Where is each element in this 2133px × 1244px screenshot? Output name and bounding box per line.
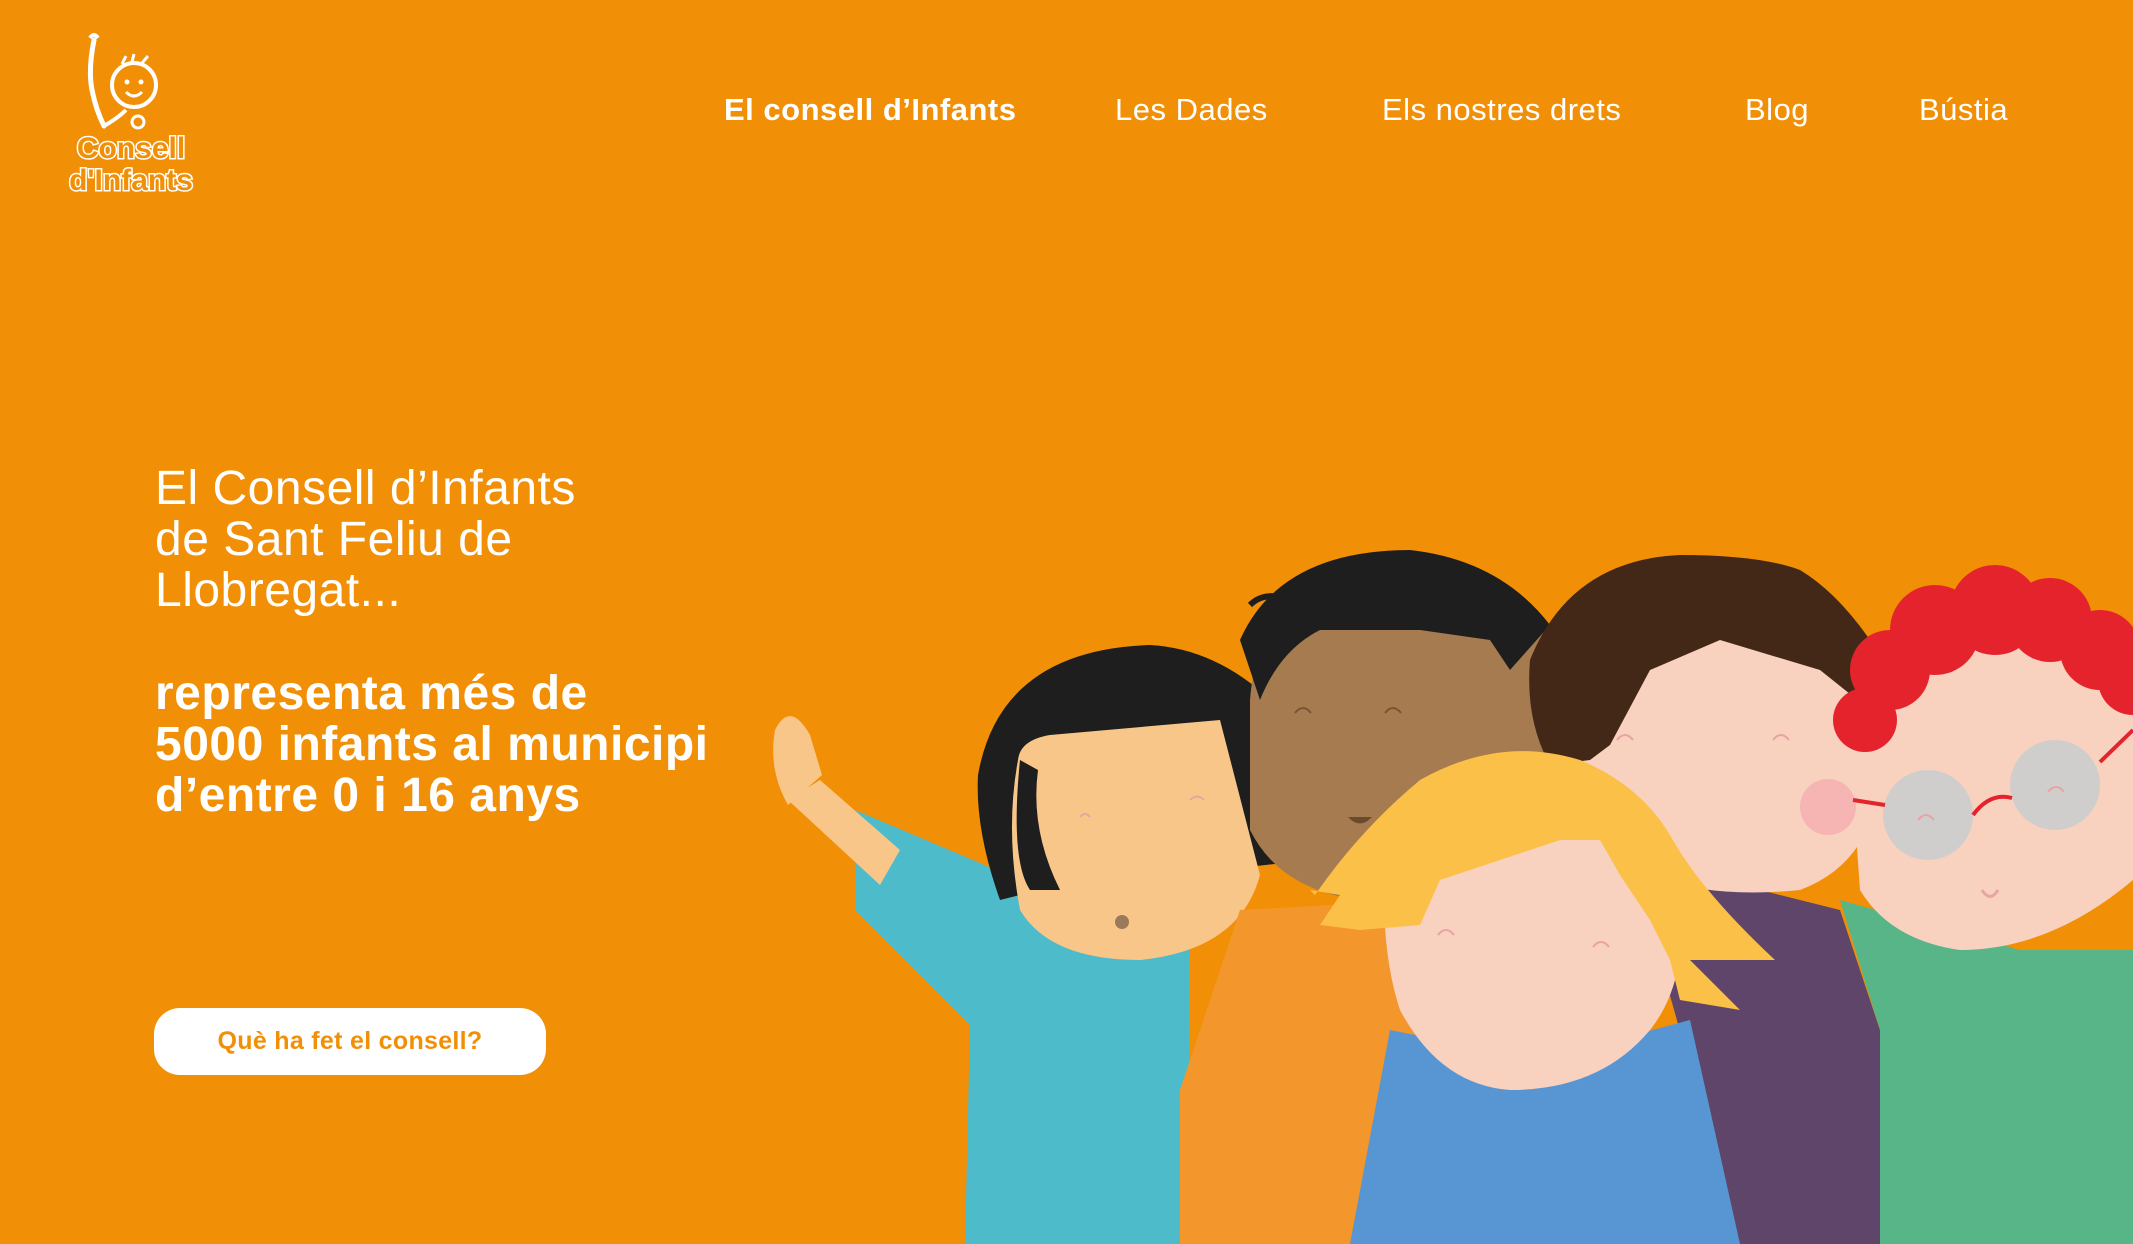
what-has-council-done-button[interactable]: Què ha fet el consell? bbox=[154, 1008, 546, 1075]
children-group-illustration bbox=[773, 550, 2133, 1244]
main-navigation: El consell d’Infants Les Dades Els nostr… bbox=[0, 92, 2133, 132]
hero-title-line: El Consell d’Infants bbox=[155, 462, 576, 515]
nav-item-drets[interactable]: Els nostres drets bbox=[1382, 92, 1621, 128]
hero-title-line: Llobregat... bbox=[155, 564, 402, 617]
hero-subtitle-line: 5000 infants al municipi bbox=[155, 718, 709, 771]
nav-item-el-consell[interactable]: El consell d’Infants bbox=[724, 92, 1017, 128]
hero-subtitle-line: representa més de bbox=[155, 667, 588, 720]
hero-subtitle-line: d’entre 0 i 16 anys bbox=[155, 769, 581, 822]
logo-text-line1: Consell bbox=[77, 132, 185, 165]
children-illustration bbox=[720, 530, 2133, 1244]
hero-title-line: de Sant Feliu de bbox=[155, 513, 513, 566]
nav-item-blog[interactable]: Blog bbox=[1745, 92, 1809, 128]
hero-title: El Consell d’Infants de Sant Feliu de Ll… bbox=[155, 463, 576, 616]
nav-item-les-dades[interactable]: Les Dades bbox=[1115, 92, 1268, 128]
nav-item-bustia[interactable]: Bústia bbox=[1919, 92, 2008, 128]
logo-text-line2: d'Infants bbox=[69, 164, 193, 197]
hero-subtitle: representa més de 5000 infants al munici… bbox=[155, 668, 709, 821]
